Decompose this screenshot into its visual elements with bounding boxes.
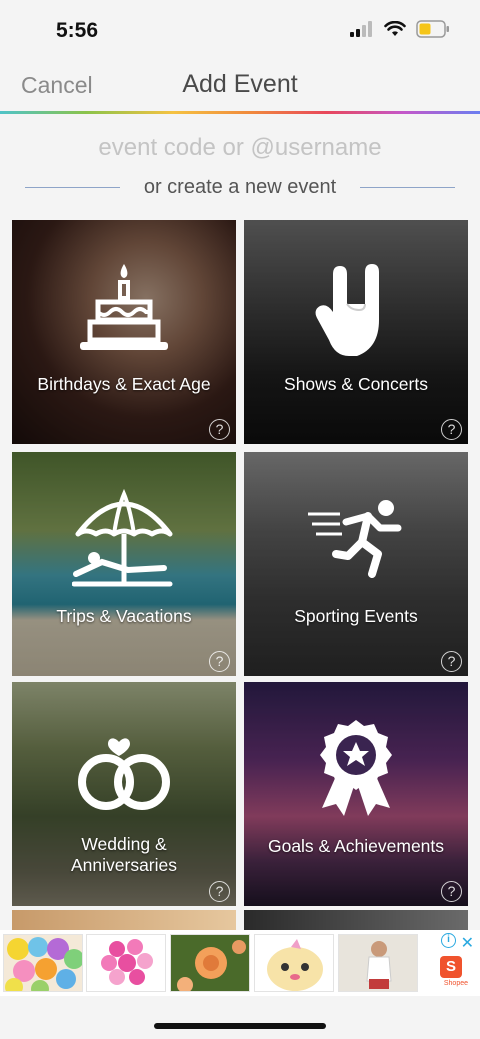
help-icon[interactable]: ? — [441, 651, 462, 672]
category-wedding-anniversaries[interactable]: Wedding & Anniversaries ? — [12, 682, 236, 906]
category-more-1[interactable] — [12, 910, 236, 930]
help-icon[interactable]: ? — [209, 419, 230, 440]
home-indicator[interactable] — [154, 1023, 326, 1029]
category-goals-achievements[interactable]: Goals & Achievements ? — [244, 682, 468, 906]
award-ribbon-icon — [320, 720, 392, 816]
category-shows-concerts[interactable]: Shows & Concerts ? — [244, 220, 468, 444]
flowers-image — [171, 935, 249, 991]
event-code-input[interactable] — [40, 128, 440, 168]
beach-umbrella-icon — [72, 488, 173, 587]
ad-banner[interactable]: i ✕ S Shopee — [0, 930, 480, 996]
create-divider: or create a new event — [0, 175, 480, 201]
category-label: Trips & Vacations — [56, 606, 192, 626]
category-more-2[interactable] — [244, 910, 468, 930]
ad-image-balloons[interactable] — [3, 934, 83, 992]
ad-brand-label: Shopee — [443, 980, 468, 987]
rock-hand-icon — [315, 264, 379, 356]
ad-image-plush[interactable] — [254, 934, 334, 992]
category-label-line1: Wedding & — [81, 834, 167, 854]
divider-line-right — [360, 187, 455, 188]
battery-icon — [416, 20, 449, 38]
ad-image-flowers[interactable] — [170, 934, 250, 992]
status-time: 5:56 — [56, 19, 99, 42]
ad-image-hearts[interactable] — [86, 934, 166, 992]
wifi-icon — [384, 21, 406, 36]
category-label: Birthdays & Exact Age — [37, 374, 211, 394]
status-bar: 5:56 — [0, 0, 480, 62]
plush-toy-image — [255, 935, 333, 991]
help-icon[interactable]: ? — [441, 881, 462, 902]
birthday-cake-icon — [80, 264, 168, 350]
signal-icon — [350, 21, 372, 37]
page-title: Add Event — [182, 70, 298, 98]
ad-close-icon[interactable]: ✕ — [461, 933, 474, 953]
balloons-image — [4, 935, 82, 991]
help-icon[interactable]: ? — [209, 881, 230, 902]
runner-icon — [308, 500, 402, 578]
wedding-rings-icon — [78, 738, 170, 810]
category-label: Sporting Events — [294, 606, 418, 626]
ad-info-icon[interactable]: i — [441, 933, 456, 948]
status-icons — [350, 20, 450, 38]
category-label-line2: Anniversaries — [70, 855, 178, 875]
person-image — [339, 935, 417, 991]
help-icon[interactable]: ? — [209, 651, 230, 672]
help-icon[interactable]: ? — [441, 419, 462, 440]
heart-balloons-image — [87, 935, 165, 991]
category-sporting-events[interactable]: Sporting Events ? — [244, 452, 468, 676]
category-label: Goals & Achievements — [267, 836, 445, 856]
nav-bar: Cancel Add Event — [0, 62, 480, 112]
category-trips-vacations[interactable]: Trips & Vacations ? — [12, 452, 236, 676]
shopee-logo-icon[interactable]: S — [440, 956, 462, 978]
category-label: Shows & Concerts — [284, 374, 428, 394]
ad-image-person[interactable] — [338, 934, 418, 992]
rainbow-divider — [0, 111, 480, 114]
category-birthdays[interactable]: Birthdays & Exact Age ? — [12, 220, 236, 444]
